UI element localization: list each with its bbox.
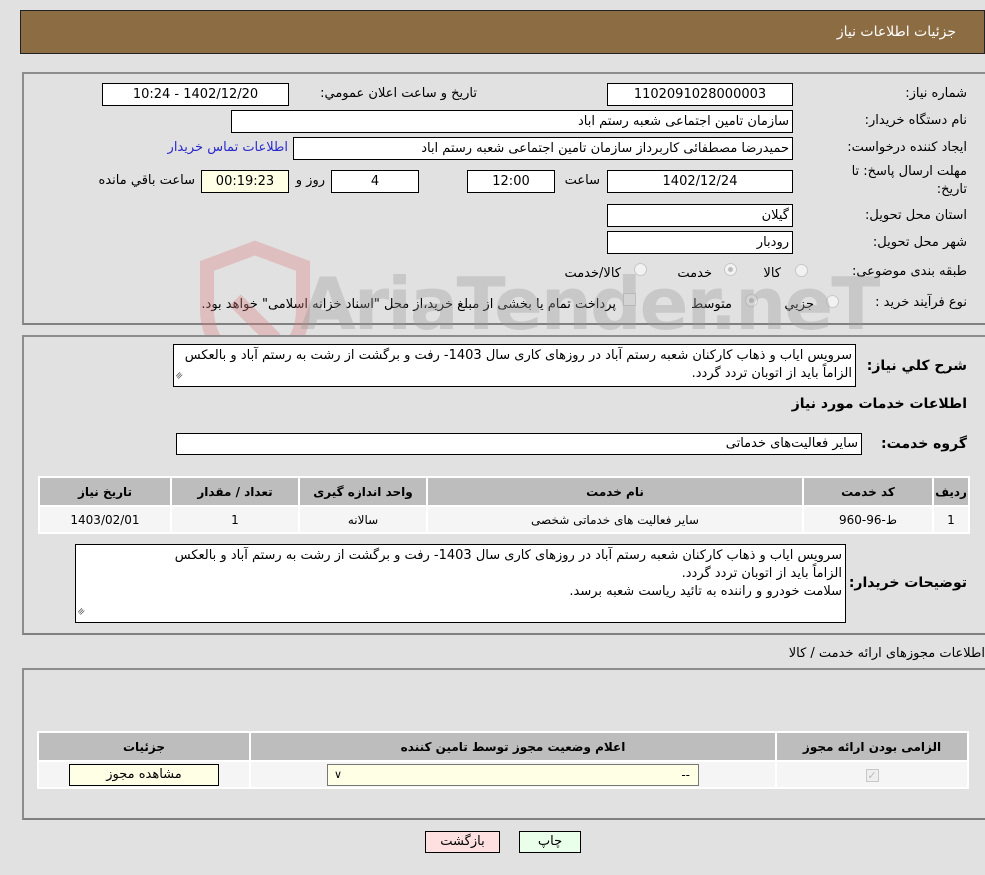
resize-grip-icon[interactable]: ≡ <box>174 367 189 385</box>
col-permit-status: اعلام وضعیت مجوز توسط تامین کننده <box>249 731 777 762</box>
cell-permit-status: -- ∨ <box>249 760 777 789</box>
print-button[interactable]: چاپ <box>519 831 581 853</box>
cell-permit-details: مشاهده مجوز <box>37 760 251 789</box>
time-label: ساعت <box>564 173 600 188</box>
col-service-code: کد خدمت <box>802 476 934 507</box>
page-header: جزئیات اطلاعات نیاز <box>20 10 985 54</box>
category-option-service: خدمت <box>677 266 712 281</box>
services-table-header: ردیف کد خدمت نام خدمت واحد اندازه گیری ت… <box>38 476 970 507</box>
chevron-down-icon: ∨ <box>334 767 343 781</box>
permit-required-checkbox[interactable]: ✓ <box>865 768 879 782</box>
category-option-goods-service: کالا/خدمت <box>564 266 621 281</box>
col-service-name: نام خدمت <box>426 476 804 507</box>
services-heading: اطلاعات خدمات مورد نیاز <box>791 396 967 412</box>
resize-grip-icon[interactable]: ≡ <box>76 603 91 621</box>
cell-unit: سالانه <box>298 505 428 534</box>
province-label: استان محل تحویل: <box>865 208 967 223</box>
col-quantity: تعداد / مقدار <box>170 476 300 507</box>
days-field: 4 <box>331 170 419 193</box>
need-number-label: شماره نیاز: <box>905 86 967 101</box>
cell-service-name: سایر فعالیت های خدماتی شخصی <box>426 505 804 534</box>
city-field: رودبار <box>607 231 793 254</box>
cell-row-number: 1 <box>932 505 970 534</box>
cell-quantity: 1 <box>170 505 300 534</box>
deadline-label-2: تاریخ: <box>936 182 967 197</box>
cell-permit-required: ✓ <box>775 760 969 789</box>
city-label: شهر محل تحویل: <box>872 235 967 250</box>
process-label: نوع فرآیند خرید : <box>875 295 967 310</box>
service-group-field: سایر فعالیت‌های خدماتی <box>176 433 862 455</box>
creator-label: ایجاد کننده درخواست: <box>847 140 967 155</box>
permit-status-value: -- <box>681 767 690 782</box>
treasury-payment-checkbox[interactable] <box>623 293 636 306</box>
creator-field: حمیدرضا مصطفائی کاربرداز سازمان تامین اج… <box>293 137 793 160</box>
description-label: شرح کلي نیاز: <box>866 358 967 374</box>
announce-field: 1402/12/20 - 10:24 <box>102 83 289 106</box>
days-label: روز و <box>295 173 325 188</box>
category-option-goods: کالا <box>763 266 781 281</box>
buyer-notes-line-2: الزاماً باید از اتوبان تردد گردد. <box>681 566 842 581</box>
col-need-date: تاریخ نیاز <box>38 476 172 507</box>
need-number-field: 1102091028000003 <box>607 83 793 106</box>
buyer-notes-label: توضیحات خریدار: <box>848 575 967 591</box>
buyer-notes-line-1: سرویس ایاب و ذهاب کارکنان شعبه رستم آباد… <box>174 548 842 563</box>
treasury-payment-note: پرداخت تمام یا بخشی از مبلغ خرید،از محل … <box>201 297 616 312</box>
buyer-notes-textarea[interactable]: سرویس ایاب و ذهاب کارکنان شعبه رستم آباد… <box>75 544 846 623</box>
service-group-label: گروه خدمت: <box>881 436 967 452</box>
permits-table-wrapper: الزامی بودن ارائه مجوز اعلام وضعیت مجوز … <box>37 731 969 789</box>
category-radio-goods[interactable] <box>795 264 808 277</box>
process-radio-minor[interactable] <box>826 295 839 308</box>
services-table: ردیف کد خدمت نام خدمت واحد اندازه گیری ت… <box>38 476 970 534</box>
process-radio-medium[interactable] <box>745 294 758 307</box>
remaining-time-field: 00:19:23 <box>201 170 289 193</box>
cell-need-date: 1403/02/01 <box>38 505 172 534</box>
remaining-label: ساعت باقي مانده <box>98 173 195 188</box>
permit-status-select[interactable]: -- ∨ <box>327 763 699 786</box>
announce-label: تاریخ و ساعت اعلان عمومي: <box>320 86 477 101</box>
deadline-date-field: 1402/12/24 <box>607 170 793 193</box>
process-option-minor: جزیي <box>784 297 814 312</box>
buyer-notes-line-3: سلامت خودرو و راننده به تائید ریاست شعبه… <box>569 584 842 599</box>
cell-service-code: ط-96-960 <box>802 505 934 534</box>
permits-table: الزامی بودن ارائه مجوز اعلام وضعیت مجوز … <box>37 731 969 789</box>
description-textarea[interactable]: سرویس ایاب و ذهاب کارکنان شعبه رستم آباد… <box>173 344 856 387</box>
table-row: 1 ط-96-960 سایر فعالیت های خدماتی شخصی س… <box>38 505 970 534</box>
deadline-label-1: مهلت ارسال پاسخ: تا <box>851 164 967 179</box>
permits-table-header: الزامی بودن ارائه مجوز اعلام وضعیت مجوز … <box>37 731 969 762</box>
buyer-org-field: سازمان تامین اجتماعی شعبه رستم اباد <box>231 110 793 133</box>
province-field: گیلان <box>607 204 793 227</box>
buyer-contact-link[interactable]: اطلاعات تماس خریدار <box>168 140 288 155</box>
col-unit: واحد اندازه گیری <box>298 476 428 507</box>
permits-title: اطلاعات مجوزهای ارائه خدمت / کالا <box>788 646 985 661</box>
category-radio-goods-service[interactable] <box>634 263 647 276</box>
services-table-wrapper: ردیف کد خدمت نام خدمت واحد اندازه گیری ت… <box>38 476 970 534</box>
category-label: طبقه بندی موضوعی: <box>851 264 967 279</box>
deadline-time-field: 12:00 <box>467 170 555 193</box>
process-option-medium: متوسط <box>691 297 732 312</box>
back-button[interactable]: بازگشت <box>425 831 500 853</box>
col-permit-details: جزئیات <box>37 731 251 762</box>
description-text: سرویس ایاب و ذهاب کارکنان شعبه رستم آباد… <box>184 348 852 381</box>
buyer-org-label: نام دستگاه خریدار: <box>864 113 967 128</box>
col-permit-required: الزامی بودن ارائه مجوز <box>775 731 969 762</box>
category-radio-service[interactable] <box>724 263 737 276</box>
view-permit-button[interactable]: مشاهده مجوز <box>69 763 219 786</box>
page-title: جزئیات اطلاعات نیاز <box>836 24 956 40</box>
table-row: ✓ -- ∨ مشاهده مجوز <box>37 760 969 789</box>
col-row-number: ردیف <box>932 476 970 507</box>
